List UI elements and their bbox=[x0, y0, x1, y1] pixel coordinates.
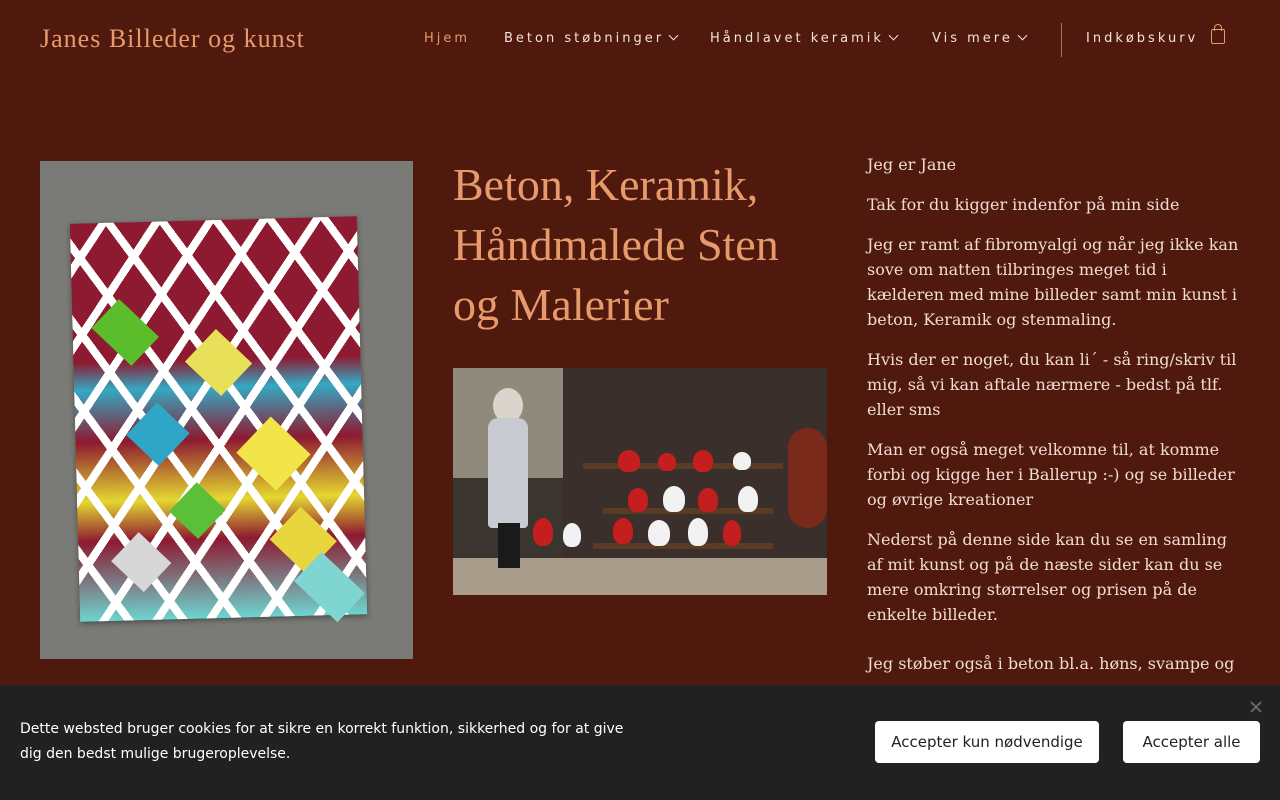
chevron-down-icon bbox=[888, 30, 899, 41]
accept-all-button[interactable]: Accepter alle bbox=[1123, 721, 1260, 763]
nav-item-label: Hjem bbox=[424, 31, 471, 46]
chevron-down-icon bbox=[1017, 30, 1028, 41]
site-logo[interactable]: Janes Billeder og kunst bbox=[40, 24, 305, 54]
accept-necessary-button[interactable]: Accepter kun nødvendige bbox=[875, 721, 1099, 763]
intro-paragraph: Hvis der er noget, du kan li´ - så ring/… bbox=[867, 350, 1237, 419]
ceramics-photo bbox=[453, 368, 827, 595]
nav-item-home[interactable]: Hjem bbox=[424, 31, 470, 46]
shopping-bag-icon[interactable] bbox=[1211, 24, 1225, 44]
cookie-message: Dette websted bruger cookies for at sikr… bbox=[20, 721, 624, 762]
nav-item-beton[interactable]: Beton støbninger bbox=[504, 30, 679, 46]
intro-paragraph: Jeg støber også i beton bl.a. høns, svam… bbox=[867, 654, 1235, 673]
intro-paragraph: Nederst på denne side kan du se en samli… bbox=[867, 530, 1228, 624]
site-header: Janes Billeder og kunst Hjem Beton støbn… bbox=[0, 0, 1280, 80]
cart-link[interactable]: Indkøbskurv bbox=[1086, 31, 1198, 46]
intro-text: Jeg er Jane Tak for du kigger indenfor p… bbox=[867, 152, 1243, 691]
intro-paragraph: Jeg er ramt af fibromyalgi og når jeg ik… bbox=[867, 235, 1239, 329]
chevron-down-icon bbox=[668, 30, 679, 41]
close-icon[interactable] bbox=[1248, 699, 1264, 715]
nav-divider bbox=[1061, 23, 1062, 57]
cookie-banner: Dette websted bruger cookies for at sikr… bbox=[0, 685, 1280, 800]
painting-canvas bbox=[69, 216, 368, 623]
artwork-image bbox=[40, 161, 413, 659]
intro-paragraph: Man er også meget velkomne til, at komme… bbox=[867, 440, 1235, 509]
nav-item-keramik[interactable]: Håndlavet keramik bbox=[710, 30, 899, 46]
intro-paragraph: Jeg er Jane bbox=[867, 155, 957, 174]
nav-item-more[interactable]: Vis mere bbox=[932, 30, 1028, 46]
page-title: Beton, Keramik, Håndmalede Sten og Maler… bbox=[453, 159, 779, 330]
nav-item-label: Håndlavet keramik bbox=[710, 31, 884, 46]
intro-paragraph: Tak for du kigger indenfor på min side bbox=[867, 195, 1180, 214]
nav-item-label: Beton støbninger bbox=[504, 31, 665, 46]
nav-item-label: Vis mere bbox=[932, 31, 1013, 46]
